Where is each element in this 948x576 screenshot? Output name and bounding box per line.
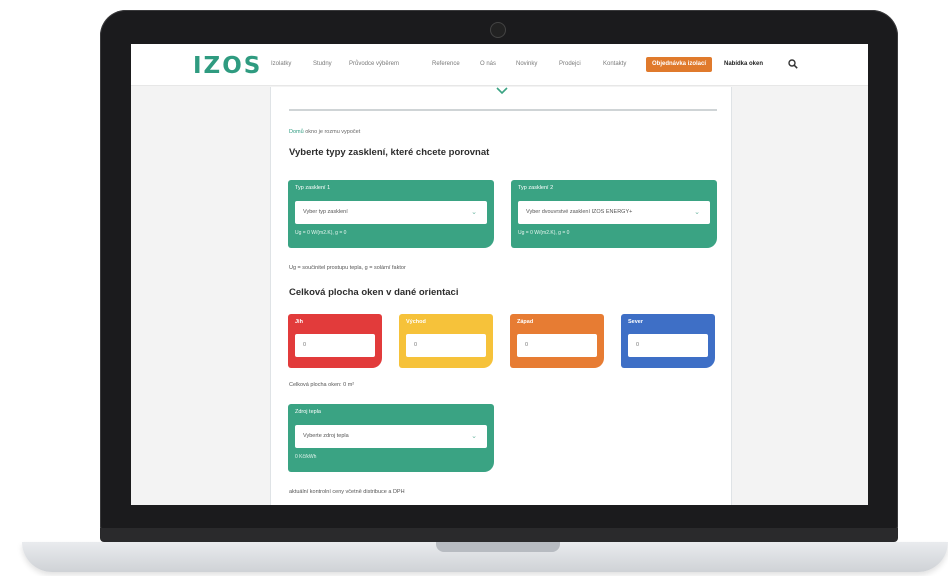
order-button[interactable]: Objednávka izolací xyxy=(646,57,712,72)
nav-item-pruvodce[interactable]: Průvodce výběrem xyxy=(349,61,399,67)
orientation-card-east: Východ 0 xyxy=(399,314,493,368)
orientation-north-label: Sever xyxy=(628,319,643,325)
glazing-card-1: Typ zasklení 1 Vyber typ zasklení ⌄ Ug =… xyxy=(288,180,494,248)
orientation-south-label: Jih xyxy=(295,319,303,325)
nav-item-reference[interactable]: Reference xyxy=(432,61,460,67)
heat-source-select[interactable]: Vyberte zdroj tepla ⌄ xyxy=(295,425,487,448)
heat-source-card: Zdroj tepla Vyberte zdroj tepla ⌄ 0 Kč/k… xyxy=(288,404,494,472)
glazing-card-2: Typ zasklení 2 Vyber dvouvrstvé zasklení… xyxy=(511,180,717,248)
chevron-down-icon[interactable] xyxy=(495,87,509,95)
orientation-card-south: Jih 0 xyxy=(288,314,382,368)
glazing-1-meta: Ug = 0 W/(m2.K), g = 0 xyxy=(295,230,347,236)
orientation-east-input[interactable]: 0 xyxy=(406,334,486,357)
webcam-icon xyxy=(490,22,506,38)
chevron-down-icon: ⌄ xyxy=(471,433,477,440)
glazing-2-select[interactable]: Vyber dvouvrstvé zasklení IZOS ENERGY+ ⌄ xyxy=(518,201,710,224)
laptop-screen: IZOS Izolatky Studny Průvodce výběrem Re… xyxy=(131,44,868,505)
glazing-legend: Ug = součinitel prostupu tepla, g = solá… xyxy=(289,265,406,271)
total-area-note: Celková plocha oken: 0 m² xyxy=(289,382,355,388)
search-icon[interactable] xyxy=(788,59,798,69)
section-title-glazing: Vyberte typy zasklení, které chcete poro… xyxy=(289,147,490,158)
orientation-north-input[interactable]: 0 xyxy=(628,334,708,357)
laptop-notch xyxy=(436,542,560,552)
glazing-1-label: Typ zasklení 1 xyxy=(295,185,331,191)
nav-item-novinky[interactable]: Novinky xyxy=(516,61,537,67)
laptop-mockup: IZOS Izolatky Studny Průvodce výběrem Re… xyxy=(0,0,948,576)
glazing-2-label: Typ zasklení 2 xyxy=(518,185,554,191)
chevron-down-icon: ⌄ xyxy=(471,209,477,216)
nav-item-izolatky[interactable]: Izolatky xyxy=(271,61,291,67)
top-navigation: IZOS Izolatky Studny Průvodce výběrem Re… xyxy=(131,44,868,86)
orientation-card-north: Sever 0 xyxy=(621,314,715,368)
price-note: aktuální kontrolní ceny včetně distribuc… xyxy=(289,489,405,495)
orientation-east-label: Východ xyxy=(406,319,426,325)
nav-item-prodejci[interactable]: Prodejci xyxy=(559,61,581,67)
left-gutter xyxy=(131,87,267,505)
nav-item-studny[interactable]: Studny xyxy=(313,61,332,67)
glazing-2-select-value: Vyber dvouvrstvé zasklení IZOS ENERGY+ xyxy=(526,209,633,215)
glazing-1-select[interactable]: Vyber typ zasklení ⌄ xyxy=(295,201,487,224)
breadcrumb-text: okno je rozmu vypočet xyxy=(305,129,361,135)
section-title-area: Celková plocha oken v dané orientaci xyxy=(289,287,459,298)
laptop-hinge xyxy=(100,528,898,542)
nav-item-kontakty[interactable]: Kontakty xyxy=(603,61,626,67)
orientation-card-west: Západ 0 xyxy=(510,314,604,368)
calculator-panel: Domů okno je rozmu vypočet Vyberte typy … xyxy=(270,87,732,505)
izos-logo[interactable]: IZOS xyxy=(193,53,262,79)
orientation-south-input[interactable]: 0 xyxy=(295,334,375,357)
heat-source-label: Zdroj tepla xyxy=(295,409,321,415)
glazing-2-meta: Ug = 0 W/(m2.K), g = 0 xyxy=(518,230,570,236)
divider xyxy=(289,109,717,111)
heat-source-select-value: Vyberte zdroj tepla xyxy=(303,433,349,439)
breadcrumb-home-link[interactable]: Domů xyxy=(289,129,304,135)
orientation-west-input[interactable]: 0 xyxy=(517,334,597,357)
nav-item-nabidka[interactable]: Nabídka oken xyxy=(724,61,763,67)
breadcrumb: Domů okno je rozmu vypočet xyxy=(289,129,360,135)
chevron-down-icon: ⌄ xyxy=(694,209,700,216)
orientation-west-label: Západ xyxy=(517,319,534,325)
heat-source-meta: 0 Kč/kWh xyxy=(295,454,317,460)
nav-item-o-nas[interactable]: O nás xyxy=(480,61,496,67)
glazing-1-select-value: Vyber typ zasklení xyxy=(303,209,348,215)
